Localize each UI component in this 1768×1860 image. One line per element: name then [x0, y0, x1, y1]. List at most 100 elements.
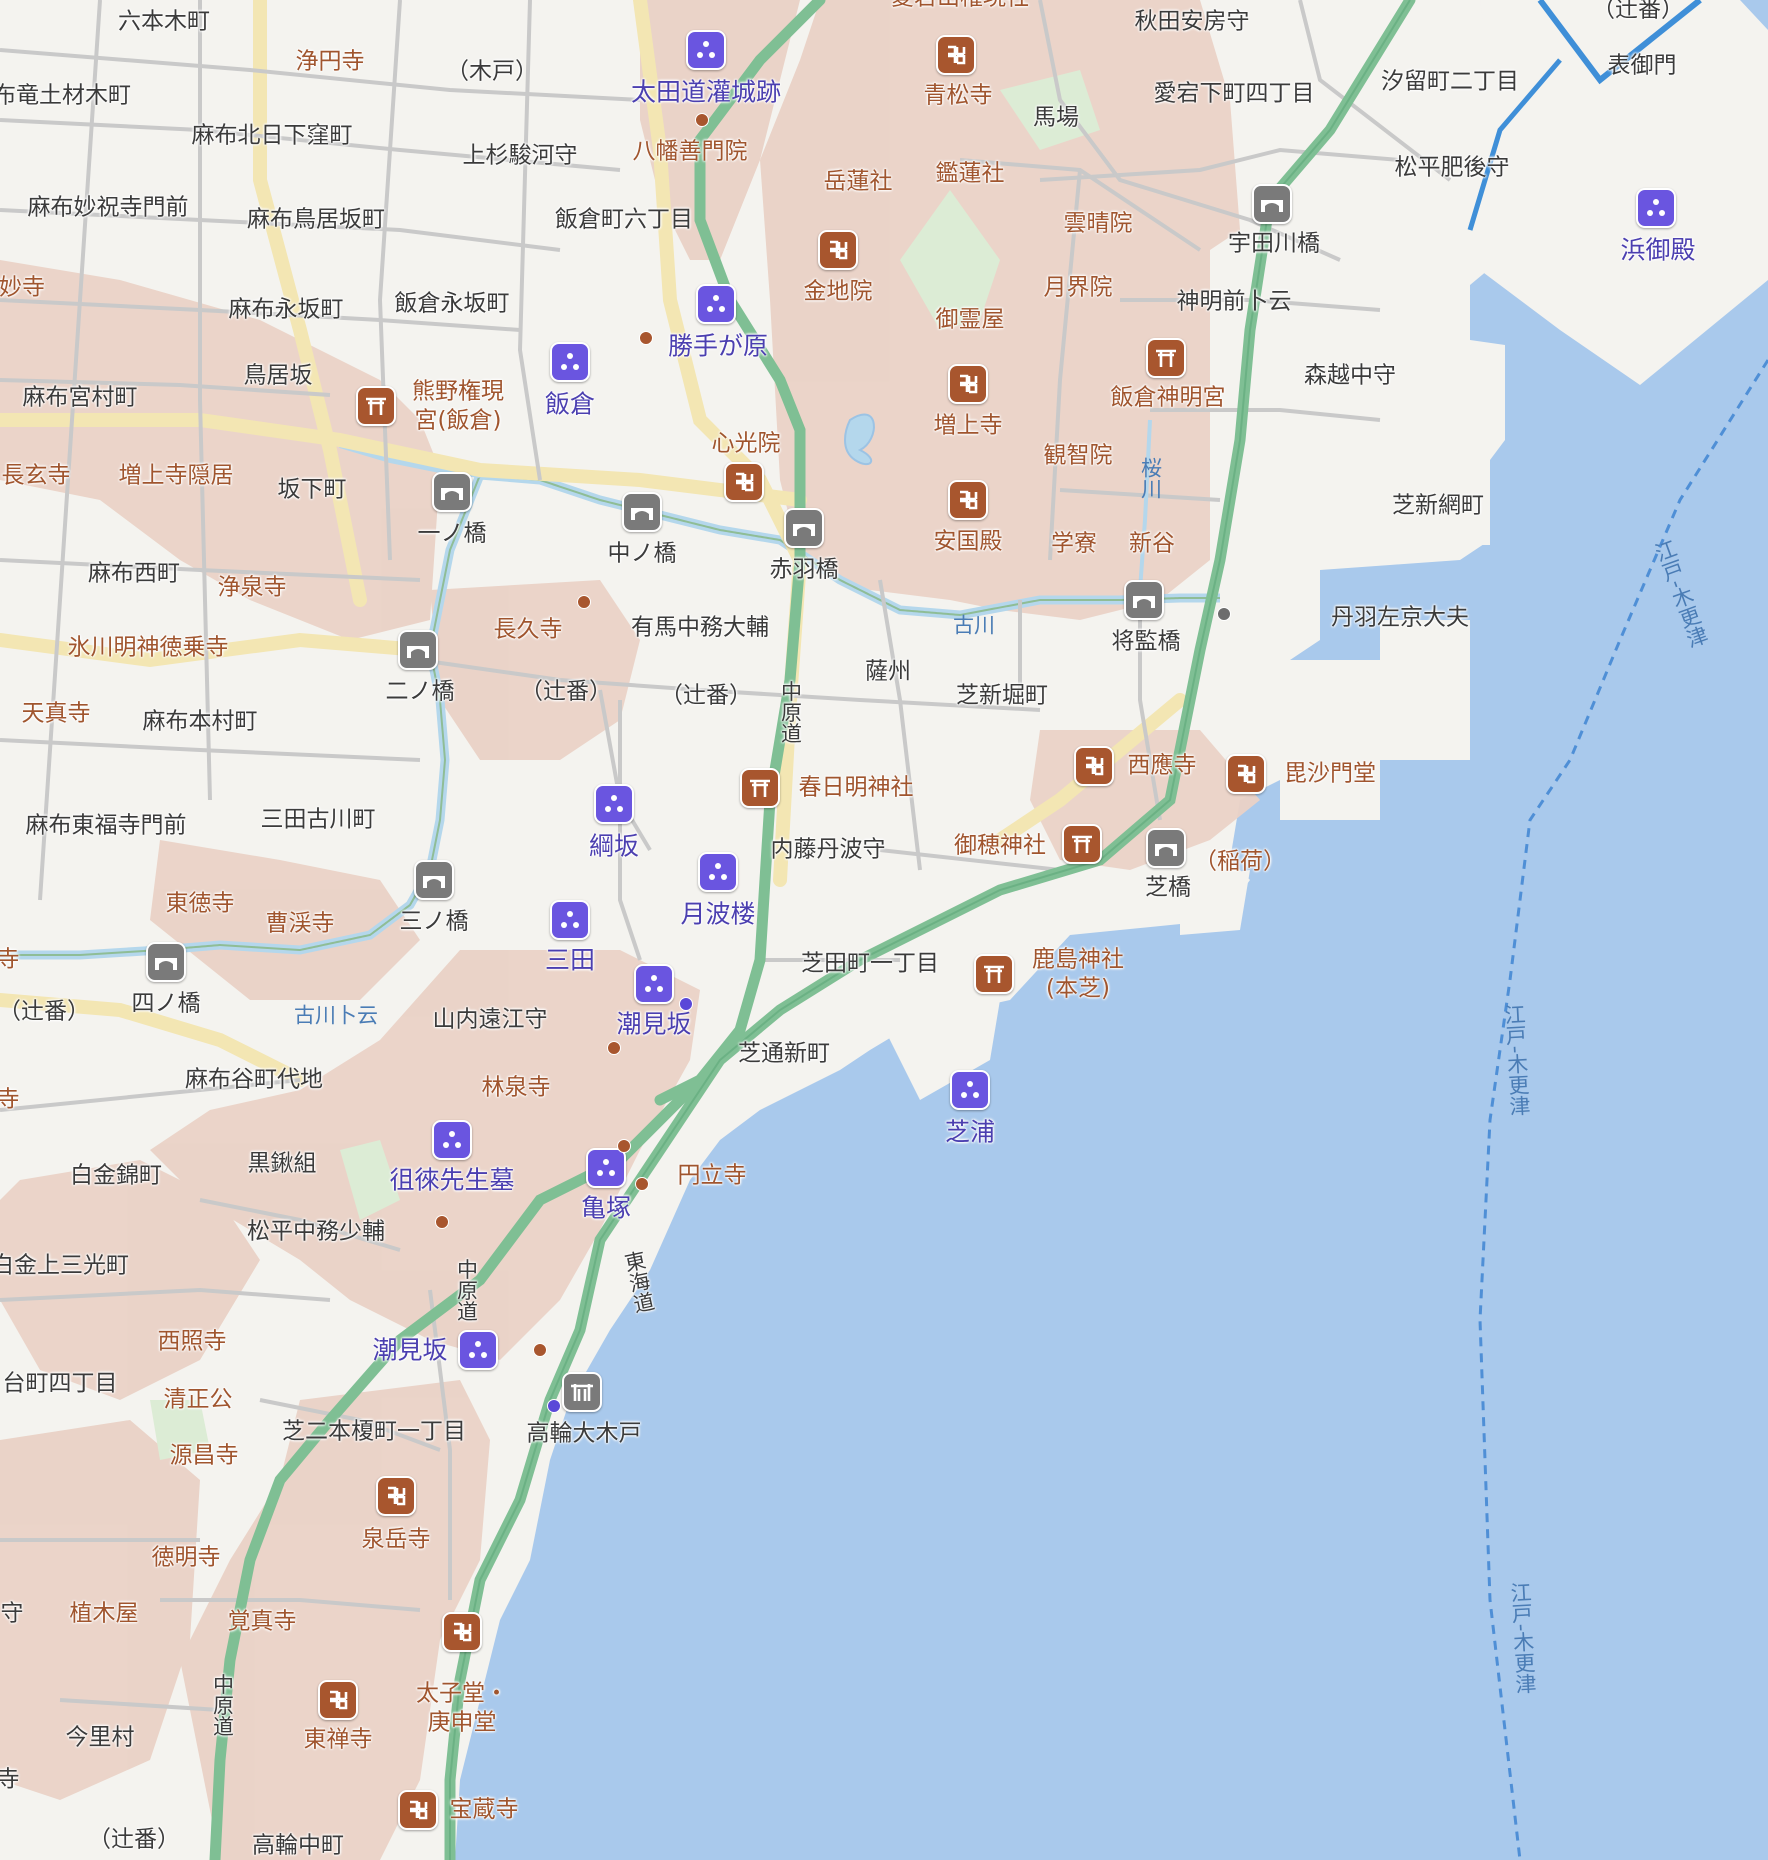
- label-nakahara3: 中原道: [210, 1673, 235, 1737]
- bridge-icon-shibahashi[interactable]: [1146, 828, 1186, 868]
- label-ueki: 植木屋: [69, 1600, 139, 1627]
- label-kurokuwa: 黒鍬組: [247, 1150, 317, 1177]
- label-ninohashi: 二ノ橋: [385, 678, 455, 705]
- label-chogenji: 長玄寺: [1, 462, 71, 489]
- label-sakura-kawa: 桜川: [1138, 457, 1163, 499]
- temple-icon-saioji[interactable]: [1074, 746, 1114, 786]
- bridge-icon-shokan[interactable]: [1124, 580, 1164, 620]
- temple-icon-zojoji[interactable]: [948, 364, 988, 404]
- spot-icon-tsunazaka[interactable]: [594, 784, 634, 824]
- label-chokyuji: 長久寺: [493, 616, 563, 643]
- label-hamagoten: 浜御殿: [1620, 235, 1696, 265]
- shrine-icon-mihoshi[interactable]: [1062, 824, 1102, 864]
- spot-icon-shibaura[interactable]: [950, 1070, 990, 1110]
- label-shibashinbori: 芝新堀町: [956, 682, 1048, 709]
- gate-icon-takanawa[interactable]: [562, 1372, 602, 1412]
- bridge-icon-akabane[interactable]: [784, 508, 824, 548]
- shrine-icon-kumano[interactable]: [356, 386, 396, 426]
- label-gakuryo: 学寮: [1051, 530, 1097, 557]
- label-nakanohashi: 中ノ橋: [607, 540, 677, 567]
- label-sorai: 徂徠先生墓: [389, 1165, 515, 1195]
- label-genshoji: 源昌寺: [169, 1442, 239, 1469]
- label-kumano: 熊野権現 宮(飯倉): [412, 378, 504, 433]
- map-canvas[interactable]: 愛宕山権現社六本木町浄円寺 （木戸） 太田道灌城跡 青松寺 秋田安房守 （辻番） 表御門布竜…: [0, 0, 1768, 1860]
- label-kanrensha: 鑑蓮社: [935, 160, 1005, 187]
- temple-icon-hozoji[interactable]: [398, 1790, 438, 1830]
- label-sokeiji: 曹渓寺: [265, 910, 335, 937]
- temple-icon-bishamon[interactable]: [1226, 754, 1266, 794]
- label-takanawa-naka: 高輪中町: [252, 1832, 344, 1859]
- temple-icon-sengakuji[interactable]: [376, 1476, 416, 1516]
- temple-icon-ankokuden[interactable]: [948, 480, 988, 520]
- label-honmura: 麻布本村町: [142, 708, 258, 735]
- label-katte: 勝手が原: [667, 331, 769, 361]
- bridge-icon-nakanohashi[interactable]: [622, 492, 662, 532]
- spot-icon-shiomizaka2[interactable]: [458, 1330, 498, 1370]
- bridge-icon-sannohashi[interactable]: [414, 860, 454, 900]
- temple-icon-seishoji[interactable]: [936, 35, 976, 75]
- label-shibahashi: 芝橋: [1145, 874, 1191, 901]
- label-yamauchi: 山内遠江守: [432, 1006, 548, 1033]
- poi-dot-marker[interactable]: [617, 1139, 631, 1153]
- label-kasuga: 春日明神社: [798, 774, 914, 801]
- label-babamachi: 馬場: [1033, 104, 1079, 131]
- label-akabanebashi: 赤羽橋: [769, 556, 839, 583]
- label-shibaura: 芝浦: [944, 1117, 996, 1147]
- shrine-icon-kasuga[interactable]: [740, 768, 780, 808]
- temple-icon-shinkoin[interactable]: [724, 462, 764, 502]
- poi-dot-marker[interactable]: [607, 1041, 621, 1055]
- label-shibatamachi: 芝田町一丁目: [801, 950, 939, 977]
- spot-icon-ota-dokan[interactable]: [686, 30, 726, 70]
- shrine-icon-kashima[interactable]: [974, 954, 1014, 994]
- temple-icon-tozenji[interactable]: [318, 1680, 358, 1720]
- spot-icon-hamagoten[interactable]: [1636, 188, 1676, 228]
- label-matsudaira-higo: 松平肥後守: [1394, 154, 1510, 181]
- label-tsujiban4: （辻番）: [88, 1826, 180, 1853]
- poi-dot-marker[interactable]: [1217, 607, 1231, 621]
- label-shirokane: 白金錦町: [70, 1162, 162, 1189]
- spot-icon-katte[interactable]: [696, 284, 736, 324]
- label-totokuji: 東徳寺: [165, 890, 235, 917]
- spot-icon-shiomizaka[interactable]: [634, 964, 674, 1004]
- spot-icon-kamezuka[interactable]: [586, 1148, 626, 1188]
- label-omotegomon: 表御門: [1607, 52, 1677, 79]
- label-top-cut: 愛宕山権現社: [891, 0, 1029, 10]
- label-edo-kisarazu3: 江戸-木更津: [1507, 1581, 1538, 1695]
- label-mamori: 守: [0, 1600, 24, 1627]
- poi-dot-marker[interactable]: [435, 1215, 449, 1229]
- label-tsujiban-top: （辻番）: [1592, 0, 1684, 23]
- label-seishoko: 清正公: [163, 1386, 233, 1413]
- spot-icon-tsukinami[interactable]: [698, 852, 738, 892]
- temple-icon-taishido[interactable]: [442, 1612, 482, 1652]
- poi-dot-marker[interactable]: [679, 997, 693, 1011]
- label-joenji: 浄円寺: [295, 48, 365, 75]
- bridge-icon-ninohashi[interactable]: [398, 630, 438, 670]
- label-tsujiban1: （辻番）: [520, 678, 612, 705]
- label-tsujiban2: （辻番）: [660, 682, 752, 709]
- label-furukawa: 古川: [953, 613, 995, 638]
- temple-icon-konchiin[interactable]: [818, 230, 858, 270]
- spot-icon-iikura[interactable]: [550, 342, 590, 382]
- label-nishimachi: 麻布西町: [88, 560, 180, 587]
- label-shiodome: 汐留町二丁目: [1381, 68, 1519, 95]
- label-kakushinji: 覚真寺: [227, 1608, 297, 1635]
- label-tsukinami: 月波楼: [680, 899, 756, 929]
- spot-icon-sorai[interactable]: [432, 1120, 472, 1160]
- poi-dot-marker[interactable]: [577, 595, 591, 609]
- bridge-icon-yonnohashi[interactable]: [146, 942, 186, 982]
- label-iikura-nagasaka: 飯倉永坂町: [394, 290, 510, 317]
- label-tsujiban3: （辻番）: [0, 998, 90, 1025]
- label-taishido: 太子堂・ 庚申堂: [416, 1680, 508, 1735]
- poi-dot-marker[interactable]: [533, 1343, 547, 1357]
- poi-dot-marker[interactable]: [635, 1177, 649, 1191]
- bridge-icon-ichinohashi[interactable]: [432, 472, 472, 512]
- spot-icon-mita[interactable]: [550, 900, 590, 940]
- label-seishoji: 青松寺: [923, 82, 993, 109]
- poi-dot-marker[interactable]: [639, 331, 653, 345]
- poi-dot-marker[interactable]: [547, 1399, 561, 1413]
- label-zojoji-inkyo: 増上寺隠居: [118, 462, 234, 489]
- label-kashima: 鹿島神社 (本芝): [1032, 946, 1124, 1001]
- poi-dot-marker[interactable]: [695, 113, 709, 127]
- bridge-icon-udagawa[interactable]: [1252, 184, 1292, 224]
- shrine-icon-iikura-shinmei[interactable]: [1146, 338, 1186, 378]
